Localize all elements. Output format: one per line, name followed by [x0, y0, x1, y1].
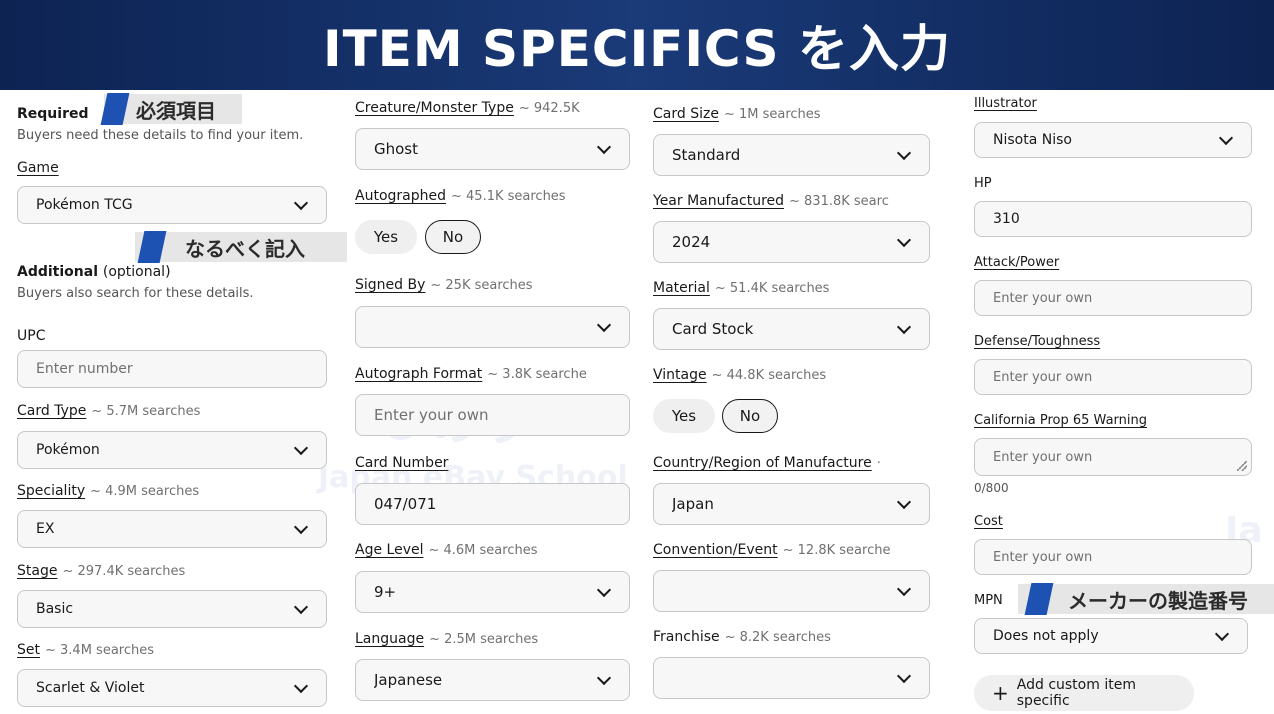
defense-input[interactable]: Enter your own	[974, 359, 1252, 395]
chevron-down-icon	[294, 522, 308, 536]
set-label: Set ~ 3.4M searches	[17, 642, 155, 658]
country-label: Country/Region of Manufacture ·	[653, 455, 881, 471]
mpn-label: MPN	[974, 593, 1003, 608]
upc-label: UPC	[17, 328, 46, 344]
creature-type-select[interactable]: Ghost	[355, 128, 630, 170]
country-select[interactable]: Japan	[653, 483, 930, 525]
stage-select[interactable]: Basic	[17, 590, 327, 628]
prop65-counter: 0/800	[974, 481, 1009, 495]
banner-title: ITEM SPECIFICS を入力	[323, 20, 951, 78]
chevron-down-icon	[597, 585, 611, 599]
chevron-down-icon	[897, 148, 911, 162]
prop65-textarea[interactable]: Enter your own	[974, 438, 1252, 476]
defense-label: Defense/Toughness	[974, 334, 1101, 349]
card-size-select[interactable]: Standard	[653, 134, 930, 176]
age-level-select[interactable]: 9+	[355, 571, 630, 613]
illustrator-label: Illustrator	[974, 96, 1037, 111]
vintage-label: Vintage ~ 44.8K searches	[653, 367, 827, 383]
upc-input[interactable]: Enter number	[17, 350, 327, 388]
franchise-label: Franchise ~ 8.2K searches	[653, 629, 831, 645]
additional-hint: Buyers also search for these details.	[17, 286, 254, 301]
signed-by-label: Signed By ~ 25K searches	[355, 277, 533, 293]
chevron-down-icon	[597, 673, 611, 687]
mpn-annotation: メーカーの製造番号	[1018, 583, 1274, 615]
required-title: Required	[17, 106, 89, 122]
material-label: Material ~ 51.4K searches	[653, 280, 830, 296]
speciality-select[interactable]: EX	[17, 510, 327, 548]
vintage-no-button[interactable]: No	[722, 399, 778, 433]
chevron-down-icon	[294, 602, 308, 616]
autograph-format-label: Autograph Format ~ 3.8K searche	[355, 366, 587, 382]
flag-icon	[137, 231, 167, 263]
material-select[interactable]: Card Stock	[653, 308, 930, 350]
age-level-label: Age Level ~ 4.6M searches	[355, 542, 538, 558]
chevron-down-icon	[897, 322, 911, 336]
chevron-down-icon	[597, 320, 611, 334]
hp-input[interactable]: 310	[974, 201, 1252, 237]
chevron-down-icon	[1219, 133, 1233, 147]
chevron-down-icon	[1215, 629, 1229, 643]
signed-by-select[interactable]	[355, 306, 630, 348]
item-specifics-panel: ©のり Japan eBay School Ja Required 必須項目 B…	[0, 90, 1274, 714]
franchise-select[interactable]	[653, 657, 930, 699]
autograph-format-input[interactable]: Enter your own	[355, 394, 630, 436]
attack-power-input[interactable]: Enter your own	[974, 280, 1252, 316]
prop65-label: California Prop 65 Warning	[974, 413, 1147, 428]
autographed-label: Autographed ~ 45.1K searches	[355, 188, 566, 204]
chevron-down-icon	[294, 681, 308, 695]
convention-select[interactable]	[653, 570, 930, 612]
chevron-down-icon	[897, 497, 911, 511]
resize-handle-icon[interactable]	[1237, 461, 1247, 471]
flag-icon	[1024, 583, 1054, 615]
chevron-down-icon	[897, 671, 911, 685]
attack-power-label: Attack/Power	[974, 255, 1060, 270]
convention-label: Convention/Event ~ 12.8K searche	[653, 542, 891, 558]
mpn-select[interactable]: Does not apply	[974, 618, 1248, 654]
set-select[interactable]: Scarlet & Violet	[17, 669, 327, 707]
additional-title: Additional (optional)	[17, 264, 171, 280]
autographed-yes-button[interactable]: Yes	[355, 220, 417, 254]
game-label: Game	[17, 160, 59, 176]
plus-icon: +	[992, 681, 1009, 705]
illustrator-select[interactable]: Nisota Niso	[974, 122, 1252, 158]
autographed-no-button[interactable]: No	[425, 220, 481, 254]
card-type-select[interactable]: Pokémon	[17, 431, 327, 469]
speciality-label: Speciality ~ 4.9M searches	[17, 483, 200, 499]
language-label: Language ~ 2.5M searches	[355, 631, 539, 647]
required-annotation: 必須項目	[100, 93, 242, 125]
creature-type-label: Creature/Monster Type ~ 942.5K	[355, 100, 580, 116]
year-manufactured-label: Year Manufactured ~ 831.8K searc	[653, 193, 889, 209]
flag-icon	[100, 93, 130, 125]
chevron-down-icon	[897, 584, 911, 598]
recommended-annotation: なるべく記入	[135, 231, 347, 263]
chevron-down-icon	[897, 235, 911, 249]
cost-label: Cost	[974, 514, 1003, 529]
stage-label: Stage ~ 297.4K searches	[17, 563, 186, 579]
language-select[interactable]: Japanese	[355, 659, 630, 701]
chevron-down-icon	[597, 142, 611, 156]
hp-label: HP	[974, 176, 992, 191]
chevron-down-icon	[294, 198, 308, 212]
game-select[interactable]: Pokémon TCG	[17, 186, 327, 224]
card-number-label: Card Number	[355, 455, 449, 471]
card-type-label: Card Type ~ 5.7M searches	[17, 403, 201, 419]
title-banner: ITEM SPECIFICS を入力	[0, 0, 1274, 90]
required-hint: Buyers need these details to find your i…	[17, 128, 304, 143]
year-manufactured-select[interactable]: 2024	[653, 221, 930, 263]
chevron-down-icon	[294, 443, 308, 457]
cost-input[interactable]: Enter your own	[974, 539, 1252, 575]
add-custom-item-specific-button[interactable]: + Add custom item specific	[974, 675, 1194, 711]
vintage-yes-button[interactable]: Yes	[653, 399, 715, 433]
card-number-input[interactable]: 047/071	[355, 483, 630, 525]
card-size-label: Card Size ~ 1M searches	[653, 106, 821, 122]
